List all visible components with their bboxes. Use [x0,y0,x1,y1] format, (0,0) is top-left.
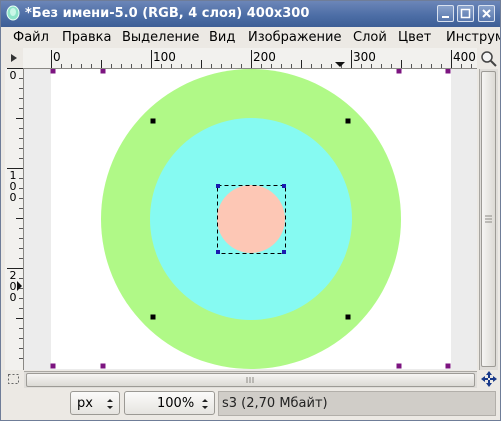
ruler-label-300: 300 [353,50,376,64]
selection-handle[interactable] [282,250,286,254]
menu-image[interactable]: Изображение [248,30,341,45]
vertical-scroll-thumb[interactable] [481,71,496,367]
zoom-value: 100% [157,396,195,411]
menu-file[interactable]: Файл [13,30,49,45]
menu-tools[interactable]: Инструм [446,30,500,45]
selection-handle[interactable] [216,250,220,254]
image-corner-handle[interactable] [50,363,56,369]
maximize-button[interactable] [457,5,474,22]
canvas-viewport[interactable] [24,69,477,370]
menu-view[interactable]: Вид [209,30,235,45]
image-corner-handle[interactable] [50,69,56,74]
image-corner-handle[interactable] [396,363,402,369]
ruler-label-100: 100 [153,50,176,64]
horizontal-scrollbar[interactable] [24,371,477,388]
image-corner-handle[interactable] [100,69,106,74]
zoom-selector[interactable]: 100% [124,391,215,415]
circle-handle[interactable] [150,118,156,124]
window-title: *Без имени-5.0 (RGB, 4 слоя) 400x300 [25,6,310,21]
vruler-label-100: 100 [9,169,17,204]
image-corner-handle[interactable] [445,363,451,369]
vruler-label-0: 0 [9,69,17,82]
horizontal-scroll-thumb[interactable] [26,373,475,387]
zoom-icon [481,51,497,67]
quick-mask-icon [8,374,19,384]
minimize-icon [442,16,449,18]
vertical-scrollbar[interactable] [479,69,498,370]
dropdown-arrows-icon [202,399,208,409]
ruler-label-0: 0 [53,50,61,64]
grip-icon [485,215,492,223]
horizontal-ruler-ticks [51,50,472,68]
arrow-right-icon [11,54,17,62]
menu-layer[interactable]: Слой [353,30,387,45]
menu-colors[interactable]: Цвет [398,30,431,45]
image-corner-handle[interactable] [445,69,451,74]
vertical-ruler-ticks [7,68,23,359]
menu-edit[interactable]: Правка [62,30,111,45]
ruler-label-400: 400 [453,50,476,64]
gimp-app-icon [6,5,20,21]
vruler-label-200: 200 [9,269,17,304]
circle-handle[interactable] [150,314,156,320]
unit-selector[interactable]: px [70,391,120,415]
status-message-text: s3 (2,70 Мбайт) [222,396,328,411]
status-bar: px 100% s3 (2,70 Мбайт) [1,388,500,420]
image-corner-handle[interactable] [396,69,402,74]
close-icon [482,9,491,18]
selection-handle[interactable] [282,184,286,188]
close-button[interactable] [478,5,495,22]
unit-value: px [77,396,93,411]
horizontal-ruler[interactable]: 0 100 200 300 400 [23,48,477,69]
image-corner-handle[interactable] [100,363,106,369]
image-canvas[interactable] [24,69,477,370]
pointer-position-marker [335,62,345,67]
circle-handle[interactable] [345,314,351,320]
spin-arrows-icon [107,399,113,409]
minimize-button[interactable] [437,5,454,22]
vertical-ruler[interactable]: 0 100 200 [5,68,24,370]
move-arrows-icon [481,371,497,387]
maximize-icon [460,8,471,19]
zoom-to-fit-button[interactable] [479,48,499,68]
navigate-button[interactable] [480,370,498,388]
inner-peach-circle [217,185,285,253]
menu-select[interactable]: Выделение [122,30,199,45]
grip-icon-h [246,377,254,383]
quick-mask-corner[interactable] [5,48,23,68]
status-message: s3 (2,70 Мбайт) [218,391,496,416]
circle-handle[interactable] [345,118,351,124]
menu-bar: Файл Правка Выделение Вид Изображение Сл… [1,27,500,48]
title-bar[interactable]: *Без имени-5.0 (RGB, 4 слоя) 400x300 [1,1,500,27]
image-window: *Без имени-5.0 (RGB, 4 слоя) 400x300 Фай… [0,0,501,421]
ruler-label-200: 200 [253,50,276,64]
selection-handle[interactable] [216,184,220,188]
quick-mask-toggle[interactable] [5,371,23,387]
